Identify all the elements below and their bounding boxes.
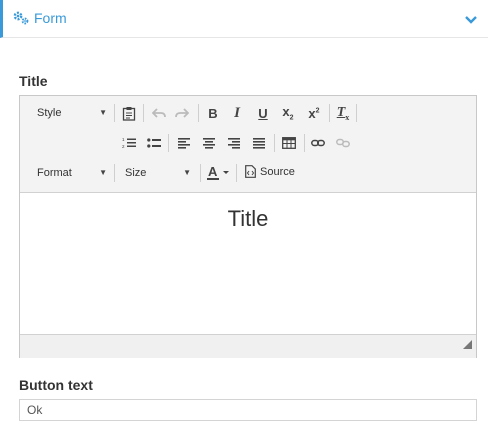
italic-icon: I: [234, 104, 240, 121]
button-text-input[interactable]: [19, 399, 477, 421]
unlink-icon: [336, 138, 350, 148]
remove-format-icon: Tx: [336, 104, 350, 122]
numbered-list-icon: 1 2: [122, 137, 136, 149]
gears-icon: [12, 10, 30, 31]
bold-icon: B: [208, 105, 218, 121]
svg-text:1: 1: [122, 137, 125, 142]
toolbar-separator: [329, 104, 330, 122]
subscript-button[interactable]: x2: [279, 104, 297, 122]
editor-statusbar: [20, 334, 476, 358]
toolbar-separator: [143, 104, 144, 122]
toolbar-separator: [274, 134, 275, 152]
link-icon: [311, 139, 325, 147]
panel-header[interactable]: Form: [0, 0, 488, 38]
editor-content-text: Title: [227, 206, 269, 231]
svg-text:A: A: [208, 165, 218, 179]
align-right-icon: [228, 137, 240, 149]
toolbar-separator: [168, 134, 169, 152]
size-dropdown-label: Size: [125, 167, 147, 179]
toolbar-separator: [200, 164, 201, 182]
editor-toolbar: Style ▼ B I U x2 x2 Tx 1 2 Format ▼ Size…: [20, 96, 476, 193]
text-color-button[interactable]: A: [206, 164, 232, 182]
subscript-icon: x2: [282, 104, 294, 122]
align-justify-button[interactable]: [250, 134, 268, 152]
undo-button[interactable]: [150, 104, 168, 122]
align-center-button[interactable]: [200, 134, 218, 152]
toolbar-separator: [304, 134, 305, 152]
bulleted-list-icon: [147, 138, 161, 148]
editor-content[interactable]: Title: [20, 193, 476, 333]
style-dropdown-label: Style: [37, 107, 62, 119]
format-dropdown-label: Format: [37, 167, 72, 179]
resize-handle-icon[interactable]: [463, 336, 472, 354]
button-text-label: Button text: [19, 377, 93, 393]
svg-text:2: 2: [122, 144, 125, 149]
align-right-button[interactable]: [225, 134, 243, 152]
text-color-icon: A: [207, 165, 229, 180]
align-left-icon: [178, 137, 190, 149]
paste-button[interactable]: [120, 104, 138, 122]
align-center-icon: [203, 137, 215, 149]
align-justify-icon: [253, 137, 265, 149]
title-label: Title: [19, 73, 48, 89]
source-button-label: Source: [260, 165, 295, 178]
caret-down-icon: ▼: [183, 168, 191, 177]
unlink-button[interactable]: [334, 134, 352, 152]
chevron-down-icon[interactable]: [464, 12, 478, 30]
clipboard-icon: [122, 106, 136, 121]
caret-down-icon: ▼: [99, 168, 107, 177]
bold-button[interactable]: B: [204, 104, 222, 122]
caret-down-icon: ▼: [99, 108, 107, 117]
link-button[interactable]: [309, 134, 327, 152]
numbered-list-button[interactable]: 1 2: [120, 134, 138, 152]
table-icon: [282, 137, 296, 149]
redo-icon: [175, 108, 189, 118]
undo-icon: [152, 108, 166, 118]
source-icon: [245, 165, 256, 178]
panel-title: Form: [34, 10, 67, 26]
underline-button[interactable]: U: [254, 104, 272, 122]
toolbar-separator: [198, 104, 199, 122]
rich-text-editor: Style ▼ B I U x2 x2 Tx 1 2 Format ▼ Size…: [19, 95, 477, 358]
toolbar-separator: [236, 164, 237, 182]
toolbar-separator: [114, 104, 115, 122]
superscript-icon: x2: [308, 105, 320, 121]
style-dropdown[interactable]: Style ▼: [37, 104, 107, 122]
toolbar-separator: [356, 104, 357, 122]
align-left-button[interactable]: [175, 134, 193, 152]
italic-button[interactable]: I: [228, 104, 246, 122]
table-button[interactable]: [280, 134, 298, 152]
source-button[interactable]: Source: [245, 165, 295, 178]
superscript-button[interactable]: x2: [305, 104, 323, 122]
toolbar-separator: [114, 164, 115, 182]
redo-button[interactable]: [173, 104, 191, 122]
underline-icon: U: [258, 105, 268, 121]
format-dropdown[interactable]: Format ▼: [37, 164, 107, 182]
remove-format-button[interactable]: Tx: [334, 104, 352, 122]
bulleted-list-button[interactable]: [145, 134, 163, 152]
size-dropdown[interactable]: Size ▼: [125, 164, 191, 182]
